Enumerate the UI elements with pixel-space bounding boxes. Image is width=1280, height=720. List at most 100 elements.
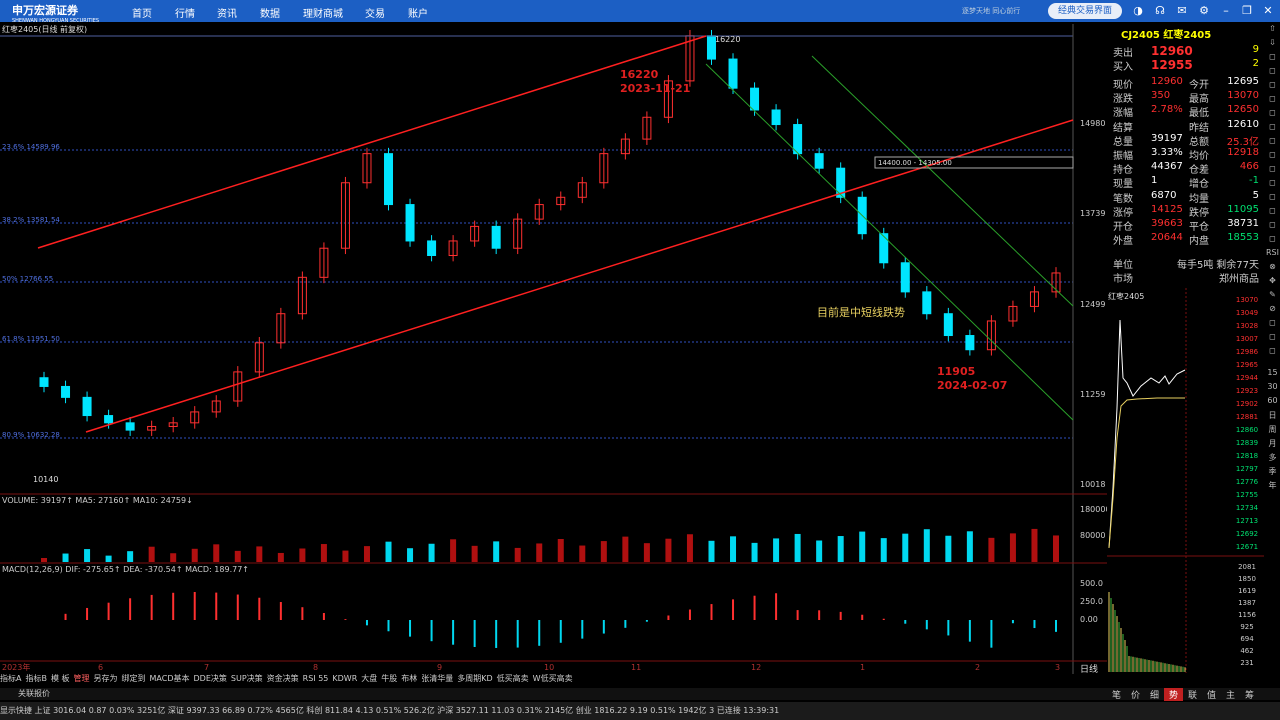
nav-market[interactable]: 行情 [175,5,195,20]
detail-tab[interactable]: 值 [1202,688,1221,701]
nav-wealth-mall[interactable]: 理财商城 [303,5,343,20]
toolbar-tool-icon[interactable]: ⇧ [1265,24,1280,38]
nav-news[interactable]: 资讯 [217,5,237,20]
detail-tab[interactable]: 细 [1145,688,1164,701]
indicator-tab[interactable]: RSI 55 [303,674,329,683]
indicator-tab[interactable]: 资金决策 [267,674,299,683]
toolbar-tool-icon[interactable]: ◻ [1265,122,1280,136]
toolbar-tool-icon[interactable]: ✎ [1265,290,1280,304]
x-tick: 7 [204,663,209,672]
detail-tab[interactable]: 筹 [1240,688,1259,701]
toolbar-tool-icon[interactable]: 周 [1265,424,1280,438]
volume-bar [41,558,47,562]
toolbar-tool-icon[interactable]: ◻ [1265,108,1280,122]
indicator-tab[interactable]: 指标A [0,674,21,683]
volume-bar [665,538,672,562]
close-icon[interactable]: ✕ [1261,4,1275,18]
toolbar-tool-icon[interactable]: ◻ [1265,150,1280,164]
toolbar-tool-icon[interactable]: ⇩ [1265,38,1280,52]
descending-channel-lower [705,63,1074,421]
candle-body [39,377,49,387]
indicator-tab[interactable]: 另存为 [94,674,118,683]
toolbar-tool-icon[interactable]: RSI [1265,248,1280,262]
toolbar-tool-icon[interactable]: ✥ [1265,276,1280,290]
x-tick: 8 [313,663,318,672]
volume-bar [363,546,370,562]
quote-label: 最高 [1189,94,1209,106]
toolbar-tool-icon[interactable]: ◻ [1265,94,1280,108]
toolbar-tool-icon[interactable]: 30 [1265,382,1280,396]
indicator-tab[interactable]: 绑定到 [122,674,146,683]
toolbar-tool-icon[interactable]: ◻ [1265,318,1280,332]
indicator-tab[interactable]: 低买高卖 [497,674,529,683]
detail-tab[interactable]: 主 [1221,688,1240,701]
toolbar-tool-icon[interactable]: 季 [1265,466,1280,480]
indicator-tab[interactable]: 指标B [25,674,47,683]
toolbar-tool-icon[interactable]: ◻ [1265,220,1280,234]
toolbar-tool-icon[interactable]: 15 [1265,368,1280,382]
quote-label: 持仓 [1113,165,1133,177]
skin-icon[interactable]: ◑ [1131,4,1145,18]
indicator-tab[interactable]: 多周期KD [457,674,492,683]
indicator-tab[interactable]: 张清华量 [421,674,453,683]
mini-price-tick: 13070 [1236,296,1258,304]
quote-label: 平仓 [1189,222,1209,233]
minimize-icon[interactable]: – [1219,4,1233,18]
quote-value: 3.33% [1151,147,1183,158]
toolbar-tool-icon[interactable]: ◻ [1265,234,1280,248]
detail-tab[interactable]: 价 [1126,688,1145,701]
toolbar-tool-icon[interactable]: ◻ [1265,52,1280,66]
toolbar-tool-icon[interactable]: 年 [1265,480,1280,494]
mini-price-tick: 12986 [1236,348,1259,356]
nav-trade[interactable]: 交易 [365,5,385,20]
quote-row: 涨跌 350 最高 13070 [1113,90,1259,106]
mail-icon[interactable]: ✉ [1175,4,1189,18]
indicator-tab[interactable]: 布林 [401,674,417,683]
classic-trade-button[interactable]: 经典交易界面 [1048,3,1122,19]
toolbar-tool-icon[interactable]: ◻ [1265,346,1280,360]
intraday-chart[interactable]: 13070 13049 13028 13007 12986 12965 12944 12923… [1107,288,1264,673]
quote-value: 25.3亿 [1226,136,1259,148]
settings-icon[interactable]: ⚙ [1197,4,1211,18]
mini-price-tick: 12692 [1236,530,1258,538]
main-chart[interactable]: 23.6% 14589.96 38.2% 13581.54 50% 12766.55… [0,24,1107,674]
toolbar-tool-icon[interactable]: ◻ [1265,178,1280,192]
toolbar-tool-icon[interactable]: ⊘ [1265,304,1280,318]
quote-value: 11095 [1227,203,1259,215]
toolbar-tool-icon[interactable]: ◻ [1265,332,1280,346]
indicator-tab[interactable]: W低买高卖 [533,674,573,683]
detail-tab[interactable]: 联 [1183,688,1202,701]
toolbar-tool-icon[interactable]: 日 [1265,410,1280,424]
indicator-tab[interactable]: 管理 [74,674,90,683]
toolbar-tool-icon[interactable]: ◻ [1265,192,1280,206]
headset-icon[interactable]: ☊ [1153,4,1167,18]
daily-period-tab[interactable]: 日线 [1080,662,1098,675]
volume-bar [514,547,521,562]
toolbar-tool-icon[interactable]: 多 [1265,452,1280,466]
indicator-tab[interactable]: 牛股 [381,674,397,683]
toolbar-tool-icon[interactable]: ◻ [1265,66,1280,80]
indicator-tab[interactable]: SUP决策 [231,674,263,683]
toolbar-tool-icon[interactable]: ◻ [1265,206,1280,220]
indicator-tab[interactable]: DDE决策 [194,674,227,683]
maximize-icon[interactable]: ❐ [1240,4,1254,18]
toolbar-tool-icon[interactable]: 月 [1265,438,1280,452]
toolbar-tool-icon[interactable]: ◻ [1265,136,1280,150]
mini-vol-tick: 925 [1240,623,1253,631]
detail-tab[interactable]: 笔 [1107,688,1126,701]
indicator-tab[interactable]: 大盘 [361,674,377,683]
toolbar-tool-icon[interactable]: ◻ [1265,164,1280,178]
toolbar-tool-icon[interactable]: 60 [1265,396,1280,410]
detail-tab[interactable]: 势 [1164,688,1183,701]
nav-data[interactable]: 数据 [260,5,280,20]
nav-account[interactable]: 账户 [408,5,428,20]
toolbar-tool-icon[interactable]: ◻ [1265,80,1280,94]
nav-home[interactable]: 首页 [132,5,152,20]
toolbar-tool-icon[interactable]: ⊗ [1265,262,1280,276]
x-tick: 2023年 [2,662,30,672]
indicator-tab[interactable]: KDWR [332,674,357,683]
quote-value: -1 [1249,175,1259,187]
related-quotes-bar[interactable]: 关联报价 [0,688,1280,700]
indicator-tab[interactable]: MACD基本 [150,674,190,683]
indicator-tab[interactable]: 模 板 [51,674,70,683]
